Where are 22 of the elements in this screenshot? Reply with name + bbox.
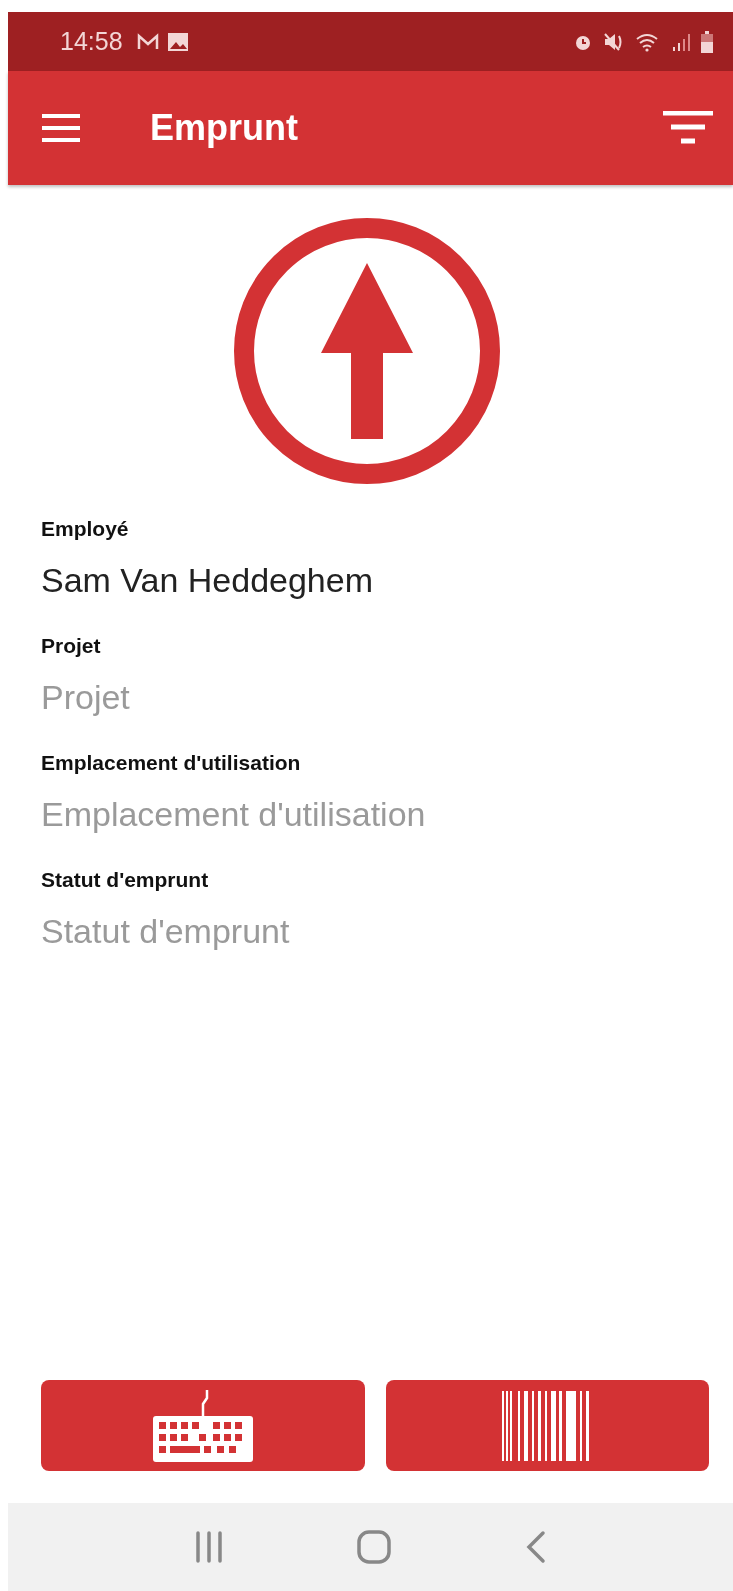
input-field[interactable]: Projet [41, 678, 709, 717]
menu-icon[interactable] [42, 114, 80, 142]
home-icon[interactable] [356, 1529, 393, 1565]
field-label: Emplacement d'utilisation [41, 751, 302, 775]
battery-icon [701, 30, 713, 53]
field-label: Employé [41, 517, 130, 541]
input-field[interactable]: Statut d'emprunt [41, 912, 709, 951]
recent-apps-icon[interactable] [194, 1531, 225, 1563]
keyboard-button[interactable] [41, 1380, 365, 1471]
input-field[interactable]: Sam Van Heddeghem [41, 561, 709, 600]
field-label: Projet [41, 634, 102, 658]
field-label: Statut d'emprunt [41, 868, 210, 892]
barcode-button[interactable] [385, 1380, 709, 1471]
app-title: Emprunt [150, 107, 298, 149]
filter-icon[interactable] [663, 111, 713, 145]
mail-icon [136, 32, 159, 51]
back-icon[interactable] [524, 1530, 547, 1564]
status-time: 14:58 [60, 27, 123, 56]
keyboard-icon [150, 1387, 255, 1464]
input-field[interactable]: Emplacement d'utilisation [41, 795, 709, 834]
image-icon [166, 31, 189, 52]
signal-icon [671, 31, 691, 52]
